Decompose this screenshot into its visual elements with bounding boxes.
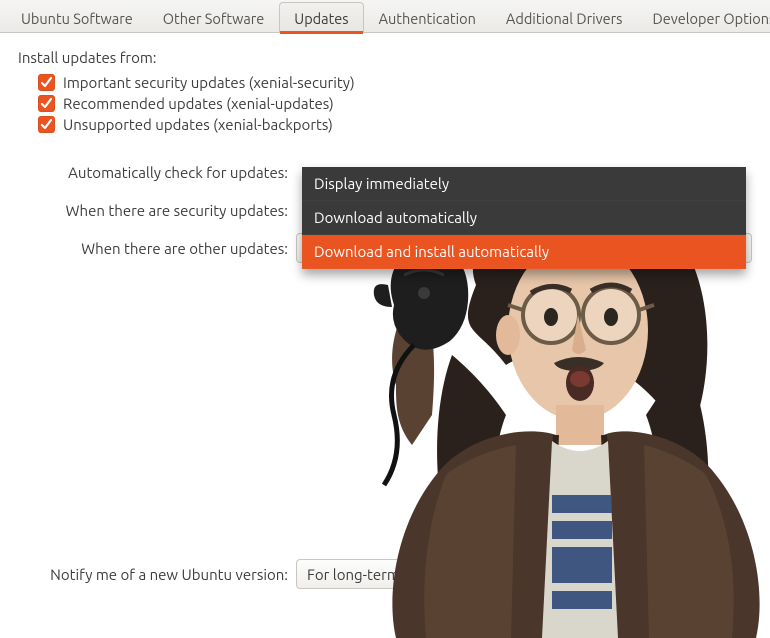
checkbox-row: Important security updates (xenial-secur… [38, 74, 752, 91]
checkbox-row: Unsupported updates (xenial-backports) [38, 116, 752, 133]
section-title: Install updates from: [18, 49, 752, 66]
tab-authentication[interactable]: Authentication [364, 2, 491, 33]
label-other: When there are other updates: [18, 240, 296, 257]
dropdown-security-open[interactable]: Display immediatelyDownload automaticall… [302, 167, 746, 269]
dropdown-item[interactable]: Download automatically [302, 201, 746, 235]
checkbox[interactable] [38, 116, 55, 133]
checkbox[interactable] [38, 74, 55, 91]
dropdown-item[interactable]: Download and install automatically [302, 235, 746, 269]
dropdown-item[interactable]: Display immediately [302, 167, 746, 201]
checkbox-row: Recommended updates (xenial-updates) [38, 95, 752, 112]
tab-other-software[interactable]: Other Software [148, 2, 280, 33]
checkbox-label: Recommended updates (xenial-updates) [63, 95, 334, 112]
checkbox-label: Unsupported updates (xenial-backports) [63, 116, 333, 133]
label-auto-check: Automatically check for updates: [18, 164, 296, 181]
label-security: When there are security updates: [18, 202, 296, 219]
tab-bar: Ubuntu SoftwareOther SoftwareUpdatesAuth… [0, 0, 770, 33]
label-notify: Notify me of a new Ubuntu version: [18, 566, 296, 583]
checkbox-label: Important security updates (xenial-secur… [63, 74, 355, 91]
checkbox[interactable] [38, 95, 55, 112]
tab-developer-options[interactable]: Developer Options [637, 2, 770, 33]
tab-additional-drivers[interactable]: Additional Drivers [491, 2, 638, 33]
tab-ubuntu-software[interactable]: Ubuntu Software [6, 2, 148, 33]
checkbox-group: Important security updates (xenial-secur… [18, 74, 752, 133]
tab-updates[interactable]: Updates [279, 2, 363, 33]
updates-pane: Install updates from: Important security… [0, 33, 770, 605]
